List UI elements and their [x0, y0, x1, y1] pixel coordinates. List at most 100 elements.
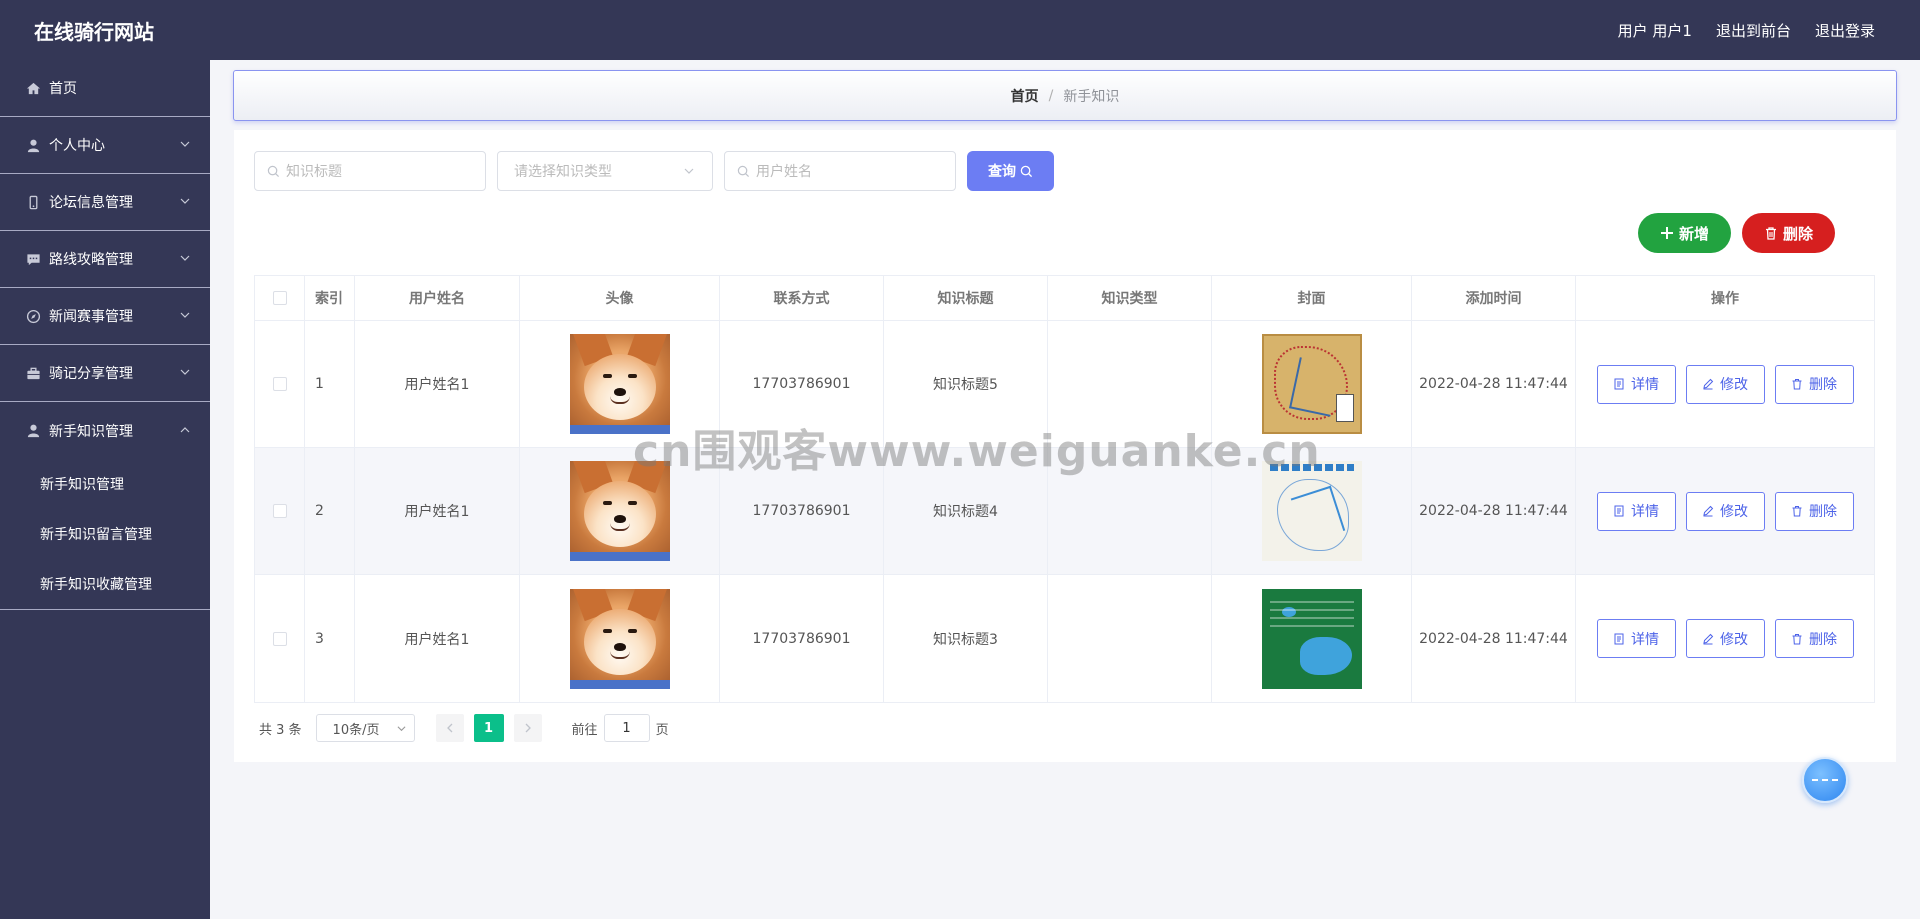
chat-icon	[25, 251, 41, 267]
trash-icon	[1792, 633, 1802, 644]
cover-cell	[1212, 575, 1412, 702]
document-icon	[1614, 378, 1624, 390]
knowledge-type-placeholder: 请选择知识类型	[514, 164, 612, 180]
back-to-front-link[interactable]: 退出到前台	[1716, 20, 1791, 41]
search-icon	[267, 165, 280, 177]
breadcrumb-separator: /	[1048, 87, 1054, 104]
row-select-cell	[255, 321, 305, 447]
delete-button[interactable]: 删除	[1742, 213, 1835, 253]
edit-button[interactable]: 修改	[1685, 619, 1765, 658]
trash-icon	[1792, 506, 1802, 517]
edit-button[interactable]: 修改	[1685, 364, 1765, 404]
column-header: 联系方式	[720, 276, 884, 320]
table-header-row: 索引 用户姓名 头像 联系方式 知识标题 知识类型 封面 添加时间 操作	[255, 276, 1874, 321]
row-delete-button[interactable]: 删除	[1774, 491, 1854, 531]
detail-button[interactable]: 详情	[1596, 364, 1676, 404]
pencil-icon	[1703, 633, 1714, 644]
chevron-left-icon	[446, 723, 453, 733]
column-header: 添加时间	[1412, 276, 1576, 320]
logout-link[interactable]: 退出登录	[1815, 20, 1875, 41]
prev-page-button[interactable]	[435, 714, 464, 742]
detail-button[interactable]: 详情	[1596, 491, 1676, 531]
avatar-cell	[520, 575, 720, 702]
user-icon	[25, 137, 41, 153]
sidebar-item-label: 新手知识管理	[49, 423, 133, 440]
add-button[interactable]: 新增	[1638, 213, 1731, 253]
row-checkbox[interactable]	[272, 631, 287, 646]
search-icon	[1020, 165, 1033, 177]
sidebar-subitem-knowledge-comments[interactable]: 新手知识留言管理	[0, 509, 210, 559]
column-header: 用户姓名	[355, 276, 520, 320]
row-checkbox[interactable]	[272, 377, 287, 391]
row-delete-button[interactable]: 删除	[1774, 619, 1854, 658]
breadcrumb-home[interactable]: 首页	[1011, 86, 1039, 106]
chevron-down-icon	[180, 198, 190, 204]
goto-page-input[interactable]: 1	[603, 714, 650, 742]
page-size-select[interactable]: 10条/页	[315, 714, 415, 742]
added-time-cell: 2022-04-28 11:47:44	[1412, 321, 1576, 447]
document-icon	[1614, 505, 1624, 517]
dash-icon	[1812, 779, 1838, 781]
row-select-cell	[255, 575, 305, 702]
sidebar-subitem-knowledge-favorites[interactable]: 新手知识收藏管理	[0, 559, 210, 609]
user-name-cell: 用户姓名1	[355, 321, 520, 447]
sidebar-subitem-knowledge[interactable]: 新手知识管理	[0, 459, 210, 509]
knowledge-type-select[interactable]: 请选择知识类型	[497, 151, 713, 191]
detail-button[interactable]: 详情	[1596, 619, 1676, 658]
briefcase-icon	[25, 365, 41, 381]
pagination: 共 3 条 10条/页 1 前往 1 页	[259, 714, 669, 742]
index-cell: 2	[305, 448, 355, 574]
page-number-active[interactable]: 1	[473, 714, 504, 742]
chevron-down-icon	[684, 168, 694, 174]
index-cell: 3	[305, 575, 355, 702]
sidebar-item-routes[interactable]: 路线攻略管理	[0, 231, 210, 288]
trash-icon	[1765, 227, 1776, 240]
sidebar: 首页 个人中心 论坛信息管理 路线攻略管理 新闻赛事管理 骑记分享管理 新手知识…	[0, 60, 210, 919]
user-label: 用户 用户1	[1617, 21, 1692, 40]
detail-label: 详情	[1631, 377, 1659, 393]
chevron-right-icon	[525, 723, 531, 733]
edit-label: 修改	[1720, 377, 1748, 393]
watermark-text: cn围观客www.weiguanke.cn	[633, 426, 1321, 477]
operations-cell: 详情 修改 删除	[1576, 575, 1874, 702]
site-title: 在线骑行网站	[34, 19, 154, 44]
row-delete-label: 删除	[1809, 377, 1837, 393]
knowledge-title-input[interactable]: 知识标题	[254, 151, 486, 191]
chevron-down-icon	[397, 726, 406, 732]
operations-cell: 详情 修改 删除	[1576, 448, 1874, 574]
select-all-checkbox[interactable]	[272, 291, 287, 305]
operations-cell: 详情 修改 删除	[1576, 321, 1874, 447]
sidebar-item-forum[interactable]: 论坛信息管理	[0, 174, 210, 231]
goto-prefix: 前往	[571, 722, 598, 738]
sidebar-item-label: 新闻赛事管理	[49, 309, 133, 325]
row-checkbox[interactable]	[272, 504, 287, 518]
column-header: 知识类型	[1048, 276, 1212, 320]
query-button[interactable]: 查询	[967, 151, 1054, 191]
sidebar-item-news[interactable]: 新闻赛事管理	[0, 288, 210, 345]
sidebar-item-ride-share[interactable]: 骑记分享管理	[0, 345, 210, 402]
sidebar-item-label: 骑记分享管理	[49, 366, 133, 382]
sidebar-item-newbie-knowledge[interactable]: 新手知识管理	[0, 402, 210, 459]
user-name-input[interactable]: 用户姓名	[724, 151, 956, 191]
knowledge-title-placeholder: 知识标题	[286, 164, 342, 180]
user-name-cell: 用户姓名1	[355, 575, 520, 702]
user-name-placeholder: 用户姓名	[756, 164, 812, 180]
sidebar-item-label: 首页	[49, 81, 77, 97]
next-page-button[interactable]	[513, 714, 542, 742]
cover-image	[1261, 588, 1362, 689]
breadcrumb-current: 新手知识	[1063, 88, 1120, 105]
row-delete-button[interactable]: 删除	[1774, 364, 1854, 404]
edit-button[interactable]: 修改	[1685, 491, 1765, 531]
column-header: 封面	[1212, 276, 1412, 320]
row-select-cell	[255, 448, 305, 574]
search-icon	[737, 165, 750, 177]
row-delete-label: 删除	[1809, 504, 1837, 520]
plus-icon	[1660, 227, 1673, 239]
sidebar-item-personal-center[interactable]: 个人中心	[0, 117, 210, 174]
goto-suffix: 页	[655, 722, 669, 738]
column-header: 操作	[1711, 291, 1739, 307]
floating-action-button[interactable]	[1802, 757, 1848, 803]
chevron-down-icon	[180, 312, 190, 318]
sidebar-item-home[interactable]: 首页	[0, 60, 210, 117]
compass-icon	[25, 308, 41, 324]
